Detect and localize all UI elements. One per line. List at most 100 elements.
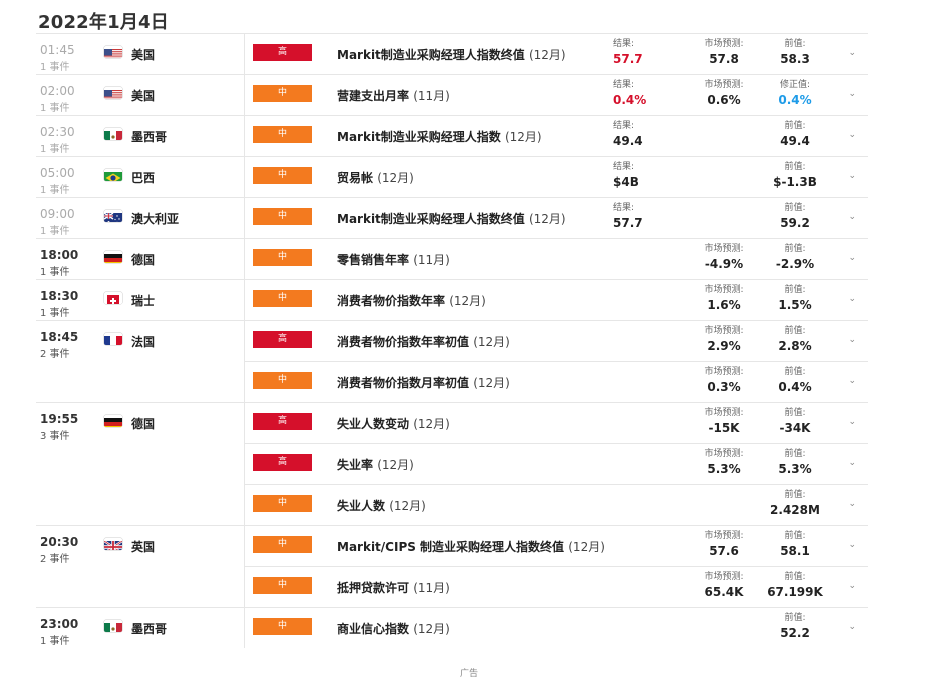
events-table: 01:451 事件美国高Markit制造业采购经理人指数终值 (12月)结果:5… [36,33,868,648]
importance-badge: 中 [253,126,312,143]
chevron-down-icon[interactable]: ⌄ [848,89,856,99]
event-time: 05:00 [40,166,75,180]
chevron-down-icon[interactable]: ⌄ [848,622,856,632]
event-group: 09:001 事件澳大利亚中Markit制造业采购经理人指数终值 (12月)结果… [36,197,868,238]
country-name: 德国 [131,415,155,432]
chevron-down-icon[interactable]: ⌄ [848,335,856,345]
event-title: 消费者物价指数月率初值 [337,376,469,390]
event-group: 20:302 事件英国中Markit/CIPS 制造业采购经理人指数终值 (12… [36,525,868,607]
event-group: 23:001 事件墨西哥中商业信心指数 (12月)前值:52.2⌄ [36,607,868,648]
chevron-down-icon[interactable]: ⌄ [848,171,856,181]
event-row[interactable]: 中商业信心指数 (12月)前值:52.2⌄ [245,608,868,648]
event-row[interactable]: 中营建支出月率 (11月)结果:0.4%市场预测:0.6%修正值:0.4%⌄ [245,75,868,115]
event-group: 18:301 事件瑞士中消费者物价指数年率 (12月)市场预测:1.6%前值:1… [36,279,868,320]
event-name[interactable]: 商业信心指数 (12月) [337,620,450,637]
event-row[interactable]: 中Markit/CIPS 制造业采购经理人指数终值 (12月)市场预测:57.6… [245,526,868,566]
events-list: 中 贸易帐 (12月) 结果:$4B 前值:$-1.3B ⌄ [244,157,868,197]
event-time: 19:55 [40,412,78,426]
event-row[interactable]: 高Markit制造业采购经理人指数终值 (12月)结果:57.7市场预测:57.… [245,34,868,74]
flag-ch-icon [104,292,122,304]
event-time: 20:30 [40,535,78,549]
event-name[interactable]: 失业率 (12月) [337,456,414,473]
event-row[interactable]: 高失业人数变动 (12月)市场预测:-15K前值:-34K⌄ [245,403,868,443]
time-country-cell: 02:301 事件墨西哥 [36,116,244,156]
event-period: (12月) [529,48,566,62]
value-number: $4B [613,173,703,191]
value-label: 修正值: [750,79,840,91]
value-label: 前值: [750,243,840,255]
value-cell: 前值:5.3% [750,448,840,478]
value-label: 前值: [750,284,840,296]
events-list: 中Markit制造业采购经理人指数 (12月)结果:49.4前值:49.4⌄ [244,116,868,156]
event-row[interactable]: 高失业率 (12月)市场预测:5.3%前值:5.3%⌄ [245,443,868,484]
chevron-down-icon[interactable]: ⌄ [848,540,856,550]
event-row[interactable]: 中失业人数 (12月)前值:2.428M⌄ [245,484,868,525]
event-count: 3 事件 [40,427,70,442]
event-row[interactable]: 中抵押贷款许可 (11月)市场预测:65.4K前值:67.199K⌄ [245,566,868,607]
event-row[interactable]: 中 贸易帐 (12月) 结果:$4B 前值:$-1.3B ⌄ [245,157,868,197]
chevron-down-icon[interactable]: ⌄ [848,48,856,58]
time-country-cell: 18:452 事件法国 [36,321,244,402]
event-name[interactable]: Markit制造业采购经理人指数 (12月) [337,128,542,145]
value-label: 前值: [750,325,840,337]
event-period: (12月) [413,622,450,636]
event-count: 1 事件 [40,99,70,114]
event-name[interactable]: 营建支出月率 (11月) [337,87,450,104]
chevron-down-icon[interactable]: ⌄ [848,253,856,263]
event-row[interactable]: 高消费者物价指数年率初值 (12月)市场预测:2.9%前值:2.8%⌄ [245,321,868,361]
country-name: 美国 [131,46,155,63]
value-cell: 前值:49.4 [750,120,840,150]
chevron-down-icon[interactable]: ⌄ [848,130,856,140]
event-name[interactable]: 失业人数变动 (12月) [337,415,450,432]
event-title: 消费者物价指数年率 [337,294,445,308]
value-cell: 修正值:0.4% [750,79,840,109]
value-cell: 前值:$-1.3B [750,161,840,191]
time-country-cell: 20:302 事件英国 [36,526,244,607]
value-cell: 前值:52.2 [750,612,840,642]
chevron-down-icon[interactable]: ⌄ [848,376,856,386]
value-number: 67.199K [750,583,840,601]
event-name[interactable]: 失业人数 (12月) [337,497,426,514]
events-list: 高Markit制造业采购经理人指数终值 (12月)结果:57.7市场预测:57.… [244,34,868,74]
flag-fr-icon [104,333,122,345]
event-name[interactable]: Markit制造业采购经理人指数终值 (12月) [337,46,566,63]
event-row[interactable]: 中Markit制造业采购经理人指数终值 (12月)结果:57.7前值:59.2⌄ [245,198,868,238]
event-name[interactable]: 消费者物价指数年率初值 (12月) [337,333,510,350]
chevron-down-icon[interactable]: ⌄ [848,499,856,509]
event-group: 18:001 事件德国中零售销售年率 (11月)市场预测:-4.9%前值:-2.… [36,238,868,279]
importance-badge: 中 [253,167,312,184]
event-group: 01:451 事件美国高Markit制造业采购经理人指数终值 (12月)结果:5… [36,33,868,74]
flag-us-icon [104,87,122,99]
event-name[interactable]: 抵押贷款许可 (11月) [337,579,450,596]
event-count: 2 事件 [40,345,70,360]
event-title: 抵押贷款许可 [337,581,409,595]
flag-au-icon [104,210,122,222]
flag-de-icon [104,251,122,263]
chevron-down-icon[interactable]: ⌄ [848,417,856,427]
chevron-down-icon[interactable]: ⌄ [848,294,856,304]
event-row[interactable]: 中零售销售年率 (11月)市场预测:-4.9%前值:-2.9%⌄ [245,239,868,279]
event-time: 18:30 [40,289,78,303]
event-period: (12月) [529,212,566,226]
value-number: 49.4 [750,132,840,150]
event-name[interactable]: Markit制造业采购经理人指数终值 (12月) [337,210,566,227]
event-row[interactable]: 中消费者物价指数年率 (12月)市场预测:1.6%前值:1.5%⌄ [245,280,868,320]
chevron-down-icon[interactable]: ⌄ [848,212,856,222]
event-name[interactable]: 零售销售年率 (11月) [337,251,450,268]
value-cell: 前值:1.5% [750,284,840,314]
event-name[interactable]: 消费者物价指数年率 (12月) [337,292,486,309]
value-cell: 结果:$4B [613,161,703,191]
event-title: 贸易帐 [337,171,373,185]
event-name[interactable]: 消费者物价指数月率初值 (12月) [337,374,510,391]
event-row[interactable]: 中消费者物价指数月率初值 (12月)市场预测:0.3%前值:0.4%⌄ [245,361,868,402]
country-name: 法国 [131,333,155,350]
time-country-cell: 19:553 事件 德国 [36,403,244,525]
chevron-down-icon[interactable]: ⌄ [848,581,856,591]
event-row[interactable]: 中Markit制造业采购经理人指数 (12月)结果:49.4前值:49.4⌄ [245,116,868,156]
chevron-down-icon[interactable]: ⌄ [848,458,856,468]
value-number: 52.2 [750,624,840,642]
value-number: 2.428M [750,501,840,519]
event-name[interactable]: Markit/CIPS 制造业采购经理人指数终值 (12月) [337,538,605,555]
events-list: 中零售销售年率 (11月)市场预测:-4.9%前值:-2.9%⌄ [244,239,868,279]
event-name[interactable]: 贸易帐 (12月) [337,169,414,186]
